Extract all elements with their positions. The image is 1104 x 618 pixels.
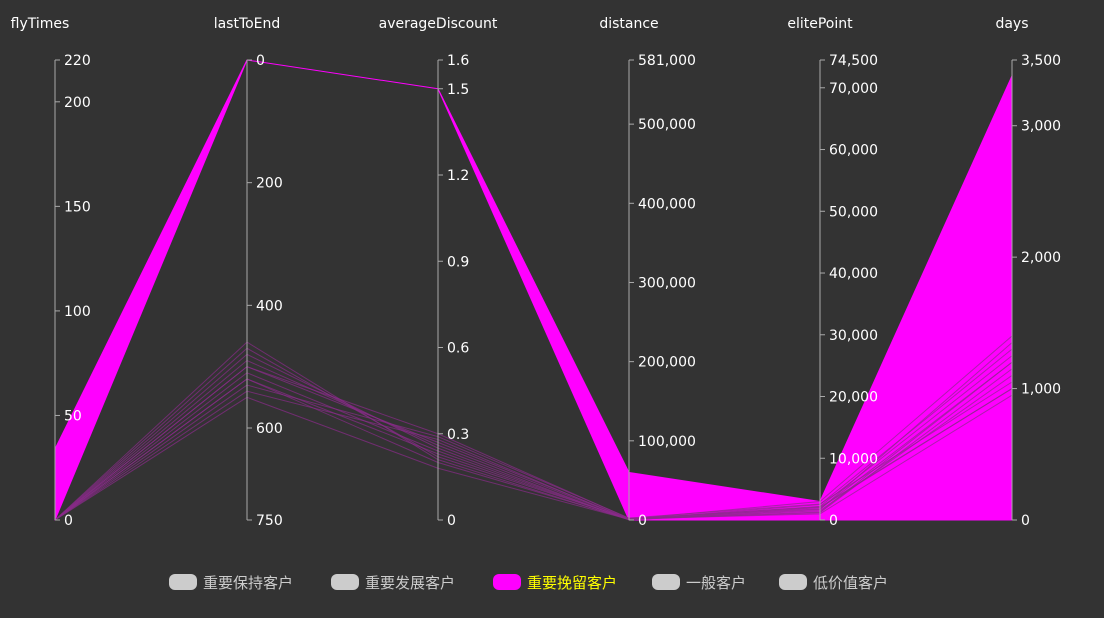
tick-label-averageDiscount-3: 0.9 [447, 254, 469, 270]
tick-label-averageDiscount-2: 0.6 [447, 341, 469, 357]
tick-label-distance-3: 300,000 [638, 275, 696, 291]
legend-item-0[interactable]: 重要保持客户 [169, 574, 293, 592]
legend-label-2: 重要挽留客户 [527, 574, 617, 592]
legend-label-4: 低价值客户 [813, 574, 888, 592]
tick-label-elitePoint-1: 10,000 [829, 451, 878, 467]
tick-label-elitePoint-0: 0 [829, 513, 838, 529]
parallel-chart: flyTimes 0 50 100 150 200 220 lastToEnd 0 200 400 6… [0, 0, 1104, 614]
legend-label-3: 一般客户 [686, 574, 746, 592]
axis-name-elitePoint: elitePoint [787, 16, 853, 32]
tick-label-lastToEnd-1: 200 [256, 176, 283, 192]
tick-label-lastToEnd-0: 0 [256, 53, 265, 69]
tick-label-averageDiscount-1: 0.3 [447, 427, 469, 443]
tick-label-distance-5: 500,000 [638, 117, 696, 133]
tick-label-days-4: 3,500 [1021, 53, 1061, 69]
tick-label-elitePoint-5: 50,000 [829, 204, 878, 220]
tick-label-days-0: 0 [1021, 513, 1030, 529]
tick-label-flyTimes-5: 220 [64, 53, 91, 69]
legend: 重要保持客户 重要发展客户 重要挽留客户 一般客户 低价值客户 [169, 574, 888, 592]
legend-item-2[interactable]: 重要挽留客户 [493, 574, 617, 592]
axis-lastToEnd: lastToEnd 0 200 400 600 750 [214, 16, 283, 529]
tick-label-flyTimes-0: 0 [64, 513, 73, 529]
legend-swatch-2 [493, 574, 521, 590]
axis-name-lastToEnd: lastToEnd [214, 16, 281, 32]
tick-label-flyTimes-4: 200 [64, 95, 91, 111]
tick-label-lastToEnd-2: 400 [256, 298, 283, 314]
tick-label-days-3: 3,000 [1021, 119, 1061, 135]
tick-label-distance-1: 100,000 [638, 434, 696, 450]
legend-item-4[interactable]: 低价值客户 [779, 574, 888, 592]
legend-swatch-0 [169, 574, 197, 590]
tick-label-elitePoint-7: 70,000 [829, 81, 878, 97]
tick-label-distance-6: 581,000 [638, 53, 696, 69]
tick-label-distance-2: 200,000 [638, 355, 696, 371]
parallel-chart-svg: flyTimes 0 50 100 150 200 220 lastToEnd 0 200 400 6… [11, 16, 1061, 592]
tick-label-distance-4: 400,000 [638, 196, 696, 212]
tick-label-elitePoint-2: 20,000 [829, 390, 878, 406]
tick-label-averageDiscount-6: 1.6 [447, 53, 469, 69]
legend-item-3[interactable]: 一般客户 [652, 574, 746, 592]
tick-label-flyTimes-2: 100 [64, 304, 91, 320]
axis-name-distance: distance [599, 16, 658, 32]
tick-label-elitePoint-3: 30,000 [829, 328, 878, 344]
legend-swatch-1 [331, 574, 359, 590]
tick-label-elitePoint-6: 60,000 [829, 143, 878, 159]
tick-label-lastToEnd-4: 750 [256, 513, 283, 529]
tick-label-distance-0: 0 [638, 513, 647, 529]
tick-label-flyTimes-1: 50 [64, 408, 82, 424]
legend-item-1[interactable]: 重要发展客户 [331, 574, 455, 592]
tick-label-flyTimes-3: 150 [64, 199, 91, 215]
tick-label-averageDiscount-5: 1.5 [447, 82, 469, 98]
tick-label-elitePoint-8: 74,500 [829, 53, 878, 69]
axis-name-averageDiscount: averageDiscount [379, 16, 498, 32]
tick-label-averageDiscount-0: 0 [447, 513, 456, 529]
legend-swatch-4 [779, 574, 807, 590]
legend-label-0: 重要保持客户 [203, 574, 293, 592]
tick-label-days-2: 2,000 [1021, 250, 1061, 266]
legend-label-1: 重要发展客户 [365, 574, 455, 592]
tick-label-lastToEnd-3: 600 [256, 421, 283, 437]
tick-label-elitePoint-4: 40,000 [829, 266, 878, 282]
tick-label-averageDiscount-4: 1.2 [447, 168, 469, 184]
tick-label-days-1: 1,000 [1021, 382, 1061, 398]
axis-name-flyTimes: flyTimes [11, 16, 70, 32]
legend-swatch-3 [652, 574, 680, 590]
axis-name-days: days [995, 16, 1028, 32]
axis-elitePoint: elitePoint 0 10,000 20,000 30,000 40,000 50,00… [787, 16, 878, 529]
